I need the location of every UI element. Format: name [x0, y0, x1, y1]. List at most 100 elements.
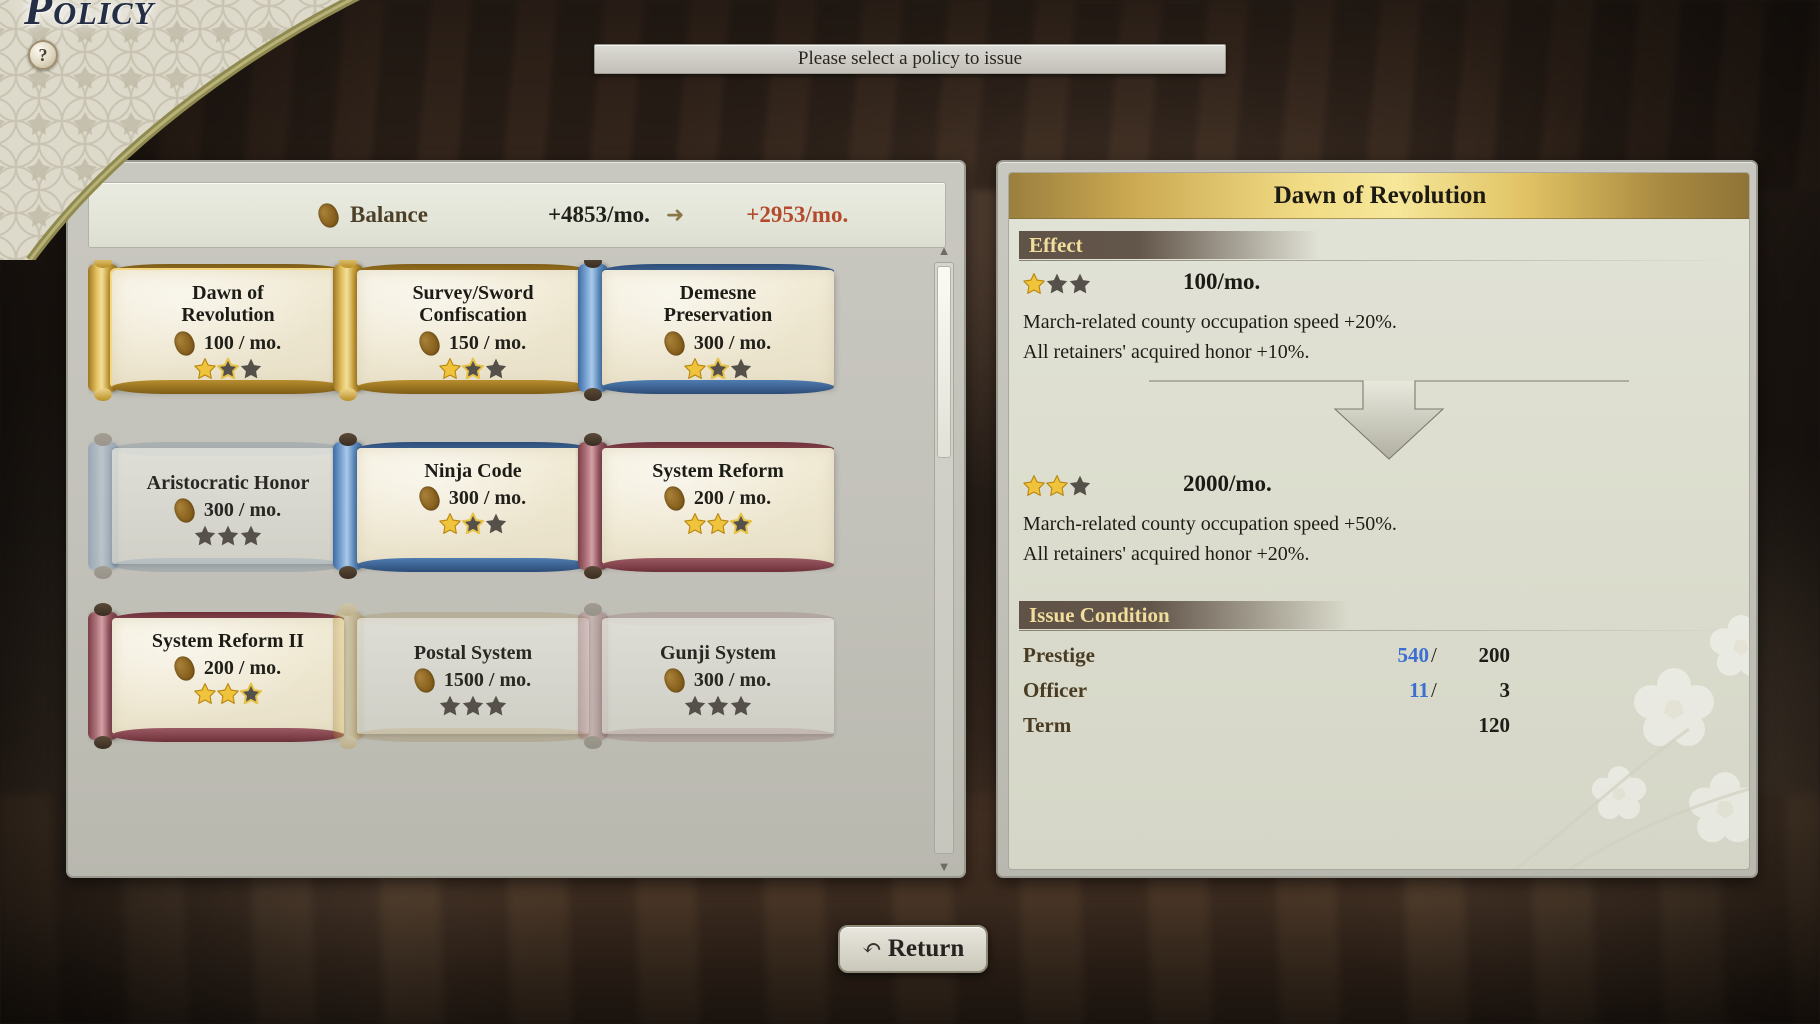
- condition-label: Prestige: [1023, 643, 1095, 667]
- condition-label: Term: [1023, 713, 1072, 737]
- policy-card[interactable]: Postal System 1500 / mo.: [333, 603, 591, 749]
- star-3-dark: [1069, 474, 1091, 496]
- current-tier-stars: [1023, 272, 1091, 294]
- star-3-dark: [240, 357, 262, 379]
- condition-current-value: 540: [1397, 643, 1430, 667]
- condition-required-value: 200: [1478, 643, 1511, 667]
- coin-icon: [170, 328, 198, 359]
- detail-title: Dawn of Revolution: [1009, 173, 1749, 219]
- policy-card[interactable]: Demesne Preservation 300 / mo.: [578, 260, 836, 401]
- policy-card-cost: 300 / mo.: [448, 487, 527, 510]
- effect-heading: Effect: [1019, 231, 1319, 259]
- star-3-dark: [730, 357, 752, 379]
- condition-current-value: 11: [1409, 678, 1429, 702]
- star-1-gold: [194, 682, 216, 705]
- star-1-gold: [1023, 272, 1045, 294]
- condition-separator: /: [1431, 643, 1437, 667]
- star-1-dark: [684, 694, 706, 716]
- policy-card-stars: [194, 357, 262, 379]
- policy-card-cost: 150 / mo.: [448, 331, 527, 354]
- current-tier-row: 100/mo.: [1023, 269, 1260, 295]
- star-3-dark: [485, 357, 507, 379]
- star-3-outline: [240, 682, 262, 705]
- star-2-outline: [707, 357, 729, 379]
- star-1-dark: [439, 694, 461, 716]
- star-3-dark: [1069, 272, 1091, 294]
- policy-card-name-line: Confiscation: [419, 304, 527, 327]
- policy-card-name: Demesne Preservation: [664, 282, 773, 327]
- coin-icon: [415, 328, 443, 359]
- down-arrow-icon: [1149, 380, 1629, 460]
- scrollbar-track[interactable]: [934, 262, 954, 854]
- coin-icon: [660, 483, 688, 515]
- star-1-gold: [1023, 474, 1045, 496]
- star-2-dark: [217, 524, 239, 546]
- coin-icon: [170, 653, 198, 685]
- condition-label: Officer: [1023, 678, 1088, 702]
- banner-shape: [0, 0, 440, 260]
- coin-icon: [410, 665, 438, 696]
- policy-card-cost-row: 200 / mo.: [170, 653, 282, 685]
- policy-card-name: Ninja Code: [424, 460, 521, 482]
- star-2-dark: [707, 694, 729, 716]
- policy-card-stars: [194, 682, 262, 705]
- policy-card[interactable]: System Reform 200 / mo.: [578, 433, 836, 579]
- policy-card[interactable]: System Reform II 200 / mo.: [88, 603, 346, 749]
- policy-card-cost: 100 / mo.: [203, 331, 282, 354]
- policy-card-name-line: Demesne: [679, 282, 757, 304]
- next-tier-stars: [1023, 474, 1091, 496]
- policy-grid: Dawn of Revolution 100 / mo. Survey/Sword Co…: [88, 260, 928, 860]
- policy-card-cost-row: 300 / mo.: [415, 483, 527, 515]
- star-1-gold: [194, 357, 216, 379]
- policy-card-name-line: Survey/Sword: [412, 282, 534, 304]
- policy-card-name-line: System Reform: [652, 460, 784, 482]
- coin-icon: [660, 328, 688, 359]
- policy-card-name-line: Postal System: [413, 641, 533, 664]
- policy-card-name-line: Gunji System: [659, 641, 777, 664]
- balance-before-value: +4853/mo.: [547, 202, 650, 227]
- policy-card-stars: [684, 512, 752, 535]
- star-2-dark: [1046, 272, 1068, 294]
- help-icon[interactable]: ?: [28, 40, 58, 70]
- policy-card-name: Gunji System: [660, 642, 776, 664]
- policy-card[interactable]: Gunji System 300 / mo.: [578, 603, 836, 749]
- policy-card[interactable]: Survey/Sword Confiscation 150 / mo.: [333, 260, 591, 401]
- policy-card-body: Aristocratic Honor 300 / mo.: [112, 454, 344, 564]
- policy-card-cost-row: 300 / mo.: [660, 665, 771, 696]
- policy-card-name: Aristocratic Honor: [147, 472, 310, 494]
- policy-card-body: Postal System 1500 / mo.: [357, 624, 589, 734]
- star-1-gold: [684, 357, 706, 379]
- policy-card-cost: 1500 / mo.: [443, 669, 532, 692]
- star-3-dark: [485, 694, 507, 716]
- star-1-gold: [684, 512, 706, 535]
- condition-required-value: 120: [1478, 713, 1511, 737]
- condition-heading: Issue Condition: [1019, 601, 1349, 629]
- policy-card-body: Demesne Preservation 300 / mo.: [602, 276, 834, 386]
- policy-card-name: Postal System: [414, 642, 532, 664]
- return-button[interactable]: ↶ Return: [838, 925, 988, 973]
- policy-card[interactable]: Dawn of Revolution 100 / mo.: [88, 260, 346, 401]
- coin-icon: [170, 495, 198, 526]
- current-effect-line-1: March-related county occupation speed +2…: [1023, 311, 1397, 333]
- policy-card-name-line: System Reform II: [151, 630, 305, 652]
- star-2-outline: [462, 357, 484, 379]
- policy-card[interactable]: Ninja Code 300 / mo.: [333, 433, 591, 579]
- next-tier-row: 2000/mo.: [1023, 471, 1272, 497]
- policy-card-cost: 200 / mo.: [203, 657, 282, 680]
- star-1-dark: [194, 524, 216, 546]
- policy-card-cost-row: 150 / mo.: [415, 328, 527, 359]
- coin-icon: [660, 665, 688, 696]
- star-1-gold: [439, 357, 461, 379]
- scroll-up-arrow[interactable]: ▲: [934, 240, 954, 262]
- policy-card[interactable]: Aristocratic Honor 300 / mo.: [88, 433, 346, 579]
- star-2-outline: [462, 512, 484, 535]
- policy-card-cost-row: 200 / mo.: [660, 483, 771, 515]
- policy-card-stars: [684, 694, 752, 716]
- scroll-down-arrow[interactable]: ▼: [934, 856, 954, 878]
- policy-card-stars: [194, 524, 262, 546]
- star-2-gold: [707, 512, 729, 535]
- scrollbar-thumb[interactable]: [937, 266, 951, 458]
- next-tier-cost: 2000/mo.: [1183, 471, 1272, 496]
- undo-arrow-icon: ↶: [861, 936, 882, 962]
- condition-required-value: 3: [1499, 678, 1511, 702]
